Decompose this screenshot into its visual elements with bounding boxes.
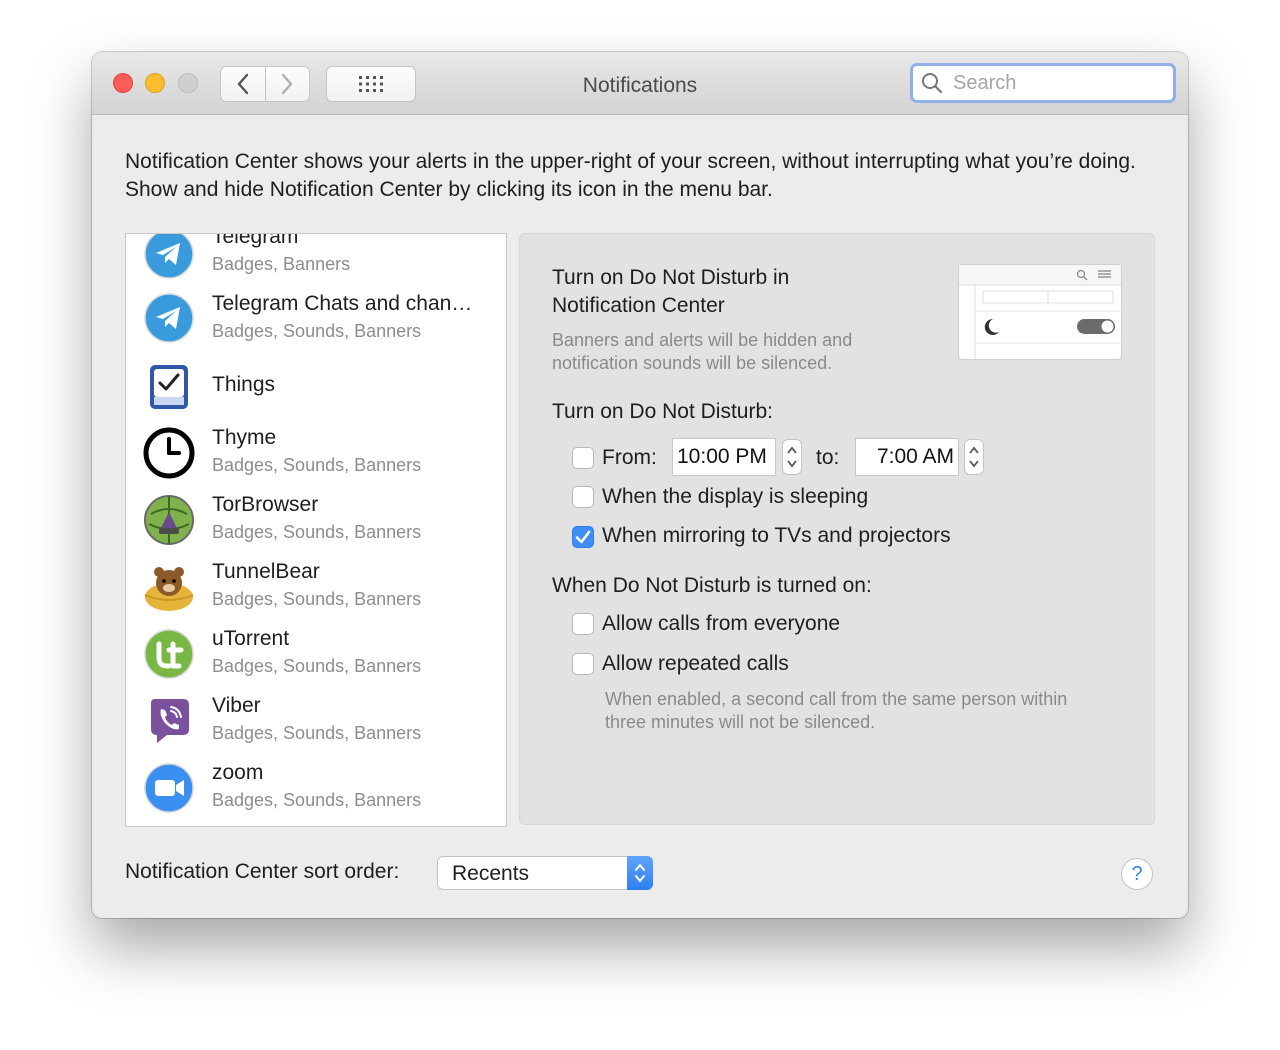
list-item-zoom[interactable]: zoom Badges, Sounds, Banners	[126, 761, 504, 826]
updown-arrows-icon	[635, 864, 645, 882]
preferences-window: Notifications Notification Center shows …	[92, 52, 1188, 918]
app-styles: Badges, Sounds, Banners	[212, 321, 422, 341]
app-styles: Badges, Sounds, Banners	[212, 589, 422, 609]
app-name: Viber	[212, 694, 261, 717]
search-input[interactable]	[951, 70, 1155, 96]
app-name: TorBrowser	[212, 493, 319, 516]
list-item-viber[interactable]: Viber Badges, Sounds, Banners	[126, 694, 504, 761]
allow-calls-checkbox[interactable]	[572, 613, 594, 635]
list-item-tunnelbear[interactable]: TunnelBear Badges, Sounds, Banners	[126, 560, 504, 627]
nc-dnd-title-line2: Notification Center	[552, 294, 725, 317]
app-name: TunnelBear	[212, 560, 320, 583]
title-bar: Notifications	[92, 52, 1188, 115]
app-name: uTorrent	[212, 627, 290, 650]
mirroring-label: When mirroring to TVs and projectors	[602, 524, 951, 547]
stepper-arrows-icon	[787, 446, 797, 468]
thyme-clock-icon	[143, 427, 195, 479]
nc-dnd-title-line1: Turn on Do Not Disturb in	[552, 266, 790, 289]
from-time-field[interactable]: 10:00 PM	[672, 438, 776, 476]
list-item-things[interactable]: Things	[126, 359, 504, 426]
display-sleeping-label: When the display is sleeping	[602, 485, 869, 508]
app-styles: Badges, Sounds, Banners	[212, 656, 422, 676]
app-list[interactable]: Telegram Badges, Banners Telegram Chats …	[125, 233, 507, 827]
dnd-panel: Turn on Do Not Disturb in Notification C…	[519, 233, 1155, 825]
list-item-utorrent[interactable]: uTorrent Badges, Sounds, Banners	[126, 627, 504, 694]
from-label: From:	[602, 446, 657, 469]
from-time-stepper[interactable]	[782, 439, 802, 475]
tunnelbear-icon	[144, 567, 194, 611]
things-icon	[150, 365, 188, 409]
search-field[interactable]	[910, 63, 1176, 103]
nc-dnd-desc-line1: Banners and alerts will be hidden and	[552, 330, 853, 350]
to-time-stepper[interactable]	[964, 439, 984, 475]
telegram-chats-icon	[144, 293, 194, 343]
app-styles: Badges, Sounds, Banners	[212, 723, 422, 743]
repeated-calls-checkbox[interactable]	[572, 653, 594, 675]
stepper-arrows-icon	[969, 446, 979, 468]
app-styles: Badges, Sounds, Banners	[212, 790, 422, 810]
to-label: to:	[816, 446, 840, 469]
nc-dnd-desc-line2: notification sounds will be silenced.	[552, 353, 833, 373]
viber-icon	[151, 699, 189, 743]
utorrent-icon	[144, 629, 194, 679]
app-name: Things	[212, 373, 276, 396]
checkmark-icon	[575, 530, 591, 544]
help-button[interactable]: ?	[1121, 858, 1153, 890]
list-item-telegram-chats[interactable]: Telegram Chats and chan… Badges, Sounds,…	[126, 292, 504, 359]
display-sleeping-checkbox[interactable]	[572, 486, 594, 508]
nc-preview-graphic	[959, 265, 1121, 359]
sort-order-label: Notification Center sort order:	[125, 860, 400, 883]
app-styles: Badges, Sounds, Banners	[212, 455, 422, 475]
list-item-thyme[interactable]: Thyme Badges, Sounds, Banners	[126, 426, 504, 493]
app-name: zoom	[212, 761, 264, 784]
app-name: Telegram Chats and chan…	[212, 292, 473, 315]
mirroring-checkbox[interactable]	[572, 526, 594, 548]
intro-text: Notification Center shows your alerts in…	[125, 150, 1136, 201]
list-item-telegram[interactable]: Telegram Badges, Banners	[126, 233, 504, 295]
from-checkbox[interactable]	[572, 447, 594, 469]
app-styles: Badges, Sounds, Banners	[212, 522, 422, 542]
repeated-calls-desc-line2: three minutes will not be silenced.	[605, 712, 876, 732]
sort-order-value: Recents	[452, 862, 530, 885]
from-time-value: 10:00 PM	[677, 445, 767, 468]
to-time-field[interactable]: 7:00 AM	[855, 438, 959, 476]
when-dnd-on-heading: When Do Not Disturb is turned on:	[552, 574, 872, 597]
app-styles: Badges, Banners	[212, 254, 351, 274]
telegram-icon	[144, 234, 194, 279]
sort-order-popup[interactable]: Recents	[437, 856, 653, 890]
nc-preview-image	[958, 264, 1122, 360]
popup-arrows	[627, 856, 653, 890]
repeated-calls-label: Allow repeated calls	[602, 652, 789, 675]
search-icon	[922, 73, 943, 94]
zoom-icon	[144, 763, 194, 813]
turn-on-dnd-heading: Turn on Do Not Disturb:	[552, 400, 773, 423]
list-item-torbrowser[interactable]: TorBrowser Badges, Sounds, Banners	[126, 493, 504, 560]
app-name: Telegram	[212, 233, 299, 248]
torbrowser-icon	[144, 495, 194, 545]
to-time-value: 7:00 AM	[876, 445, 954, 468]
repeated-calls-desc-line1: When enabled, a second call from the sam…	[605, 689, 1068, 709]
app-name: Thyme	[212, 426, 277, 449]
allow-calls-label: Allow calls from everyone	[602, 612, 841, 635]
